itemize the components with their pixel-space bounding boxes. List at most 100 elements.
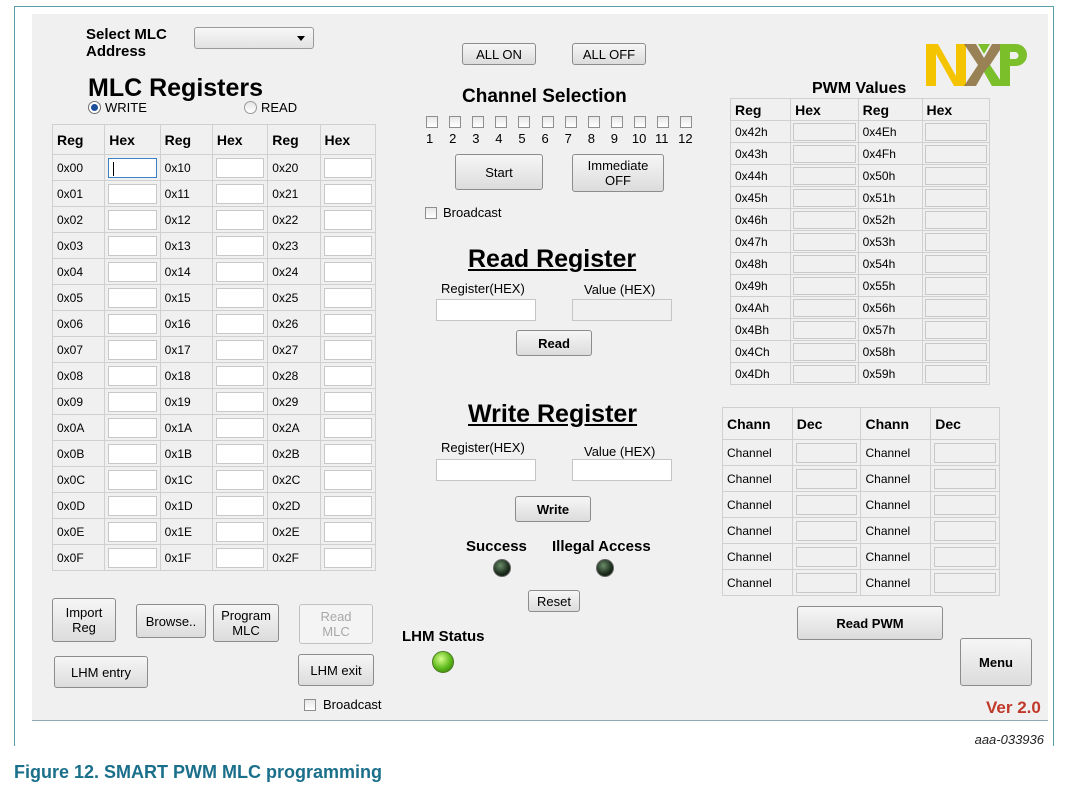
write-button[interactable]: Write [515, 496, 591, 522]
hex-input[interactable] [215, 469, 265, 490]
menu-button[interactable]: Menu [960, 638, 1032, 686]
hex-input[interactable] [108, 365, 157, 386]
read-button[interactable]: Read [516, 330, 592, 356]
read-radio[interactable] [244, 101, 257, 114]
pwm-register-label: 0x52h [857, 208, 923, 231]
hex-input[interactable] [108, 469, 157, 490]
read-mlc-button[interactable]: Read MLC [299, 604, 373, 644]
pwm-hex-value [924, 232, 987, 251]
hex-input[interactable] [323, 261, 372, 282]
channel-checkbox[interactable] [449, 116, 462, 128]
hex-input[interactable] [215, 261, 265, 282]
hex-input[interactable] [215, 391, 265, 412]
hex-input[interactable] [108, 157, 157, 178]
register-label: 0x13 [159, 232, 213, 259]
hex-input[interactable] [323, 521, 372, 542]
channel-number-label: 1 [426, 131, 434, 146]
table-row: Channel Channel [722, 569, 1000, 596]
hex-input[interactable] [323, 313, 372, 334]
hex-cell [104, 310, 161, 337]
hex-input[interactable] [215, 495, 265, 516]
broadcast-label: Broadcast [443, 205, 502, 220]
pwm-register-label: 0x4Ch [729, 340, 792, 363]
hex-input[interactable] [323, 365, 372, 386]
pwm-hex-value [793, 188, 856, 207]
hex-input[interactable] [323, 443, 372, 464]
hex-input[interactable] [323, 417, 372, 438]
channel-checkbox[interactable] [657, 116, 669, 128]
hex-input[interactable] [323, 339, 372, 360]
all-off-button[interactable]: ALL OFF [572, 43, 646, 65]
channel-label: Channel [860, 439, 932, 466]
immediate-off-button[interactable]: Immediate OFF [572, 154, 664, 192]
broadcast-checkbox-left[interactable] [304, 699, 316, 711]
read-pwm-button[interactable]: Read PWM [797, 606, 943, 640]
channel-checkbox[interactable] [680, 116, 693, 128]
hex-input[interactable] [215, 521, 265, 542]
channel-checkbox[interactable] [610, 116, 623, 128]
import-reg-button[interactable]: Import Reg [52, 598, 116, 642]
hex-input[interactable] [215, 417, 265, 438]
hex-input[interactable] [108, 495, 157, 516]
hex-input[interactable] [323, 235, 372, 256]
hex-cell [211, 388, 269, 415]
hex-input[interactable] [215, 339, 265, 360]
hex-input[interactable] [108, 209, 157, 230]
all-on-button[interactable]: ALL ON [462, 43, 536, 65]
channel-checkbox[interactable] [633, 116, 646, 128]
start-button[interactable]: Start [455, 154, 543, 190]
hex-input[interactable] [323, 469, 372, 490]
mlc-address-dropdown[interactable] [194, 27, 314, 49]
pwm-values-title: PWM Values [812, 80, 907, 97]
hex-input[interactable] [215, 183, 265, 204]
hex-input[interactable] [108, 391, 157, 412]
lhm-status-led-icon [432, 651, 454, 673]
write-register-input[interactable] [436, 459, 536, 481]
hex-input[interactable] [108, 443, 157, 464]
hex-input[interactable] [323, 209, 372, 230]
channel-checkbox[interactable] [587, 116, 600, 128]
hex-input[interactable] [215, 157, 265, 178]
broadcast-checkbox[interactable] [425, 207, 437, 219]
hex-input[interactable] [108, 521, 157, 542]
hex-input[interactable] [108, 339, 157, 360]
hex-input[interactable] [108, 183, 157, 204]
hex-input[interactable] [323, 495, 372, 516]
lhm-exit-button[interactable]: LHM exit [298, 654, 374, 686]
hex-input[interactable] [215, 365, 265, 386]
write-value-input[interactable] [572, 459, 672, 481]
hex-input[interactable] [108, 235, 157, 256]
reset-button[interactable]: Reset [528, 590, 580, 612]
hex-input[interactable] [108, 287, 157, 308]
write-radio[interactable] [88, 101, 101, 114]
pwm-register-label: 0x47h [729, 230, 792, 253]
table-row: 0x0B 0x1B 0x2B [51, 440, 376, 467]
hex-cell [319, 440, 376, 467]
hex-input[interactable] [215, 209, 265, 230]
col-header: Dec [791, 407, 862, 440]
read-register-input[interactable] [436, 299, 536, 321]
hex-input[interactable] [108, 261, 157, 282]
hex-input[interactable] [108, 547, 157, 568]
hex-input[interactable] [108, 313, 157, 334]
channel-checkbox[interactable] [564, 116, 577, 128]
channel-checkbox[interactable] [518, 116, 531, 128]
hex-input[interactable] [215, 287, 265, 308]
hex-input[interactable] [108, 417, 157, 438]
hex-input[interactable] [215, 547, 265, 568]
channel-checkbox[interactable] [472, 116, 485, 128]
channel-checkbox[interactable] [426, 116, 438, 128]
hex-input[interactable] [323, 183, 372, 204]
hex-input[interactable] [215, 443, 265, 464]
channel-checkbox[interactable] [541, 116, 554, 128]
hex-input[interactable] [323, 157, 372, 178]
hex-input[interactable] [323, 547, 372, 568]
hex-input[interactable] [323, 287, 372, 308]
lhm-entry-button[interactable]: LHM entry [54, 656, 148, 688]
browse-button[interactable]: Browse.. [136, 604, 206, 638]
hex-input[interactable] [215, 313, 265, 334]
channel-checkbox[interactable] [495, 116, 508, 128]
program-mlc-button[interactable]: Program MLC [213, 604, 279, 642]
hex-input[interactable] [215, 235, 265, 256]
hex-input[interactable] [323, 391, 372, 412]
